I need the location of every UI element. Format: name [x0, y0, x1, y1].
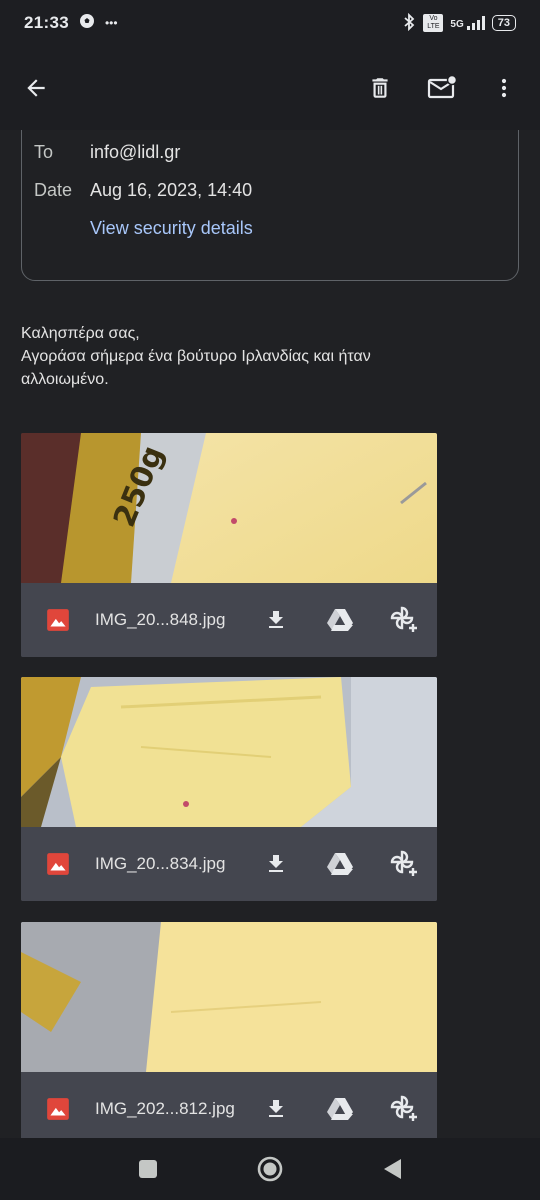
- download-button[interactable]: [253, 597, 299, 643]
- more-vert-icon: [501, 78, 507, 98]
- photos-add-icon: [390, 850, 417, 876]
- attachment-card[interactable]: IMG_20...834.jpg: [21, 677, 437, 901]
- attachment-thumbnail[interactable]: 250g: [21, 433, 437, 583]
- date-value: Aug 16, 2023, 14:40: [90, 180, 253, 200]
- status-time: 21:33: [24, 13, 69, 32]
- attachment-thumbnail[interactable]: [21, 677, 437, 827]
- recents-square-icon: [139, 1160, 157, 1178]
- download-icon: [269, 1100, 283, 1117]
- to-value: info@lidl.gr: [90, 142, 181, 162]
- battery-indicator: 73: [491, 15, 516, 31]
- add-to-photos-button[interactable]: [381, 1086, 427, 1132]
- attachment-bar: IMG_20...834.jpg: [21, 827, 437, 901]
- attachment-filename: IMG_20...848.jpg: [95, 610, 226, 629]
- attachment-bar: IMG_202...812.jpg: [21, 1072, 437, 1138]
- signal-icon: 5G: [450, 16, 485, 30]
- status-bar: 21:33 ••• Vo LTE 5G 73: [0, 0, 540, 46]
- body-greeting: Καλησπέρα σας,: [21, 325, 140, 342]
- arrow-back-icon: [27, 79, 45, 97]
- attachment-card[interactable]: IMG_202...812.jpg: [21, 922, 437, 1138]
- bluetooth-icon: [402, 12, 416, 34]
- save-to-drive-button[interactable]: [317, 597, 363, 643]
- image-file-icon: [47, 609, 69, 631]
- download-button[interactable]: [253, 1086, 299, 1132]
- delete-button[interactable]: [358, 66, 402, 110]
- photos-add-icon: [390, 606, 417, 632]
- google-drive-icon: [327, 1098, 353, 1120]
- download-button[interactable]: [253, 841, 299, 887]
- image-file-icon: [47, 1098, 69, 1120]
- volte-icon: Vo LTE: [423, 14, 444, 32]
- home-circle-icon: [257, 1156, 283, 1182]
- back-nav-button[interactable]: [372, 1149, 412, 1189]
- add-to-photos-button[interactable]: [381, 597, 427, 643]
- more-notifications-icon: •••: [104, 16, 118, 30]
- attachment-card[interactable]: 250g IMG_20...848.jpg: [21, 433, 437, 657]
- attachment-thumbnail[interactable]: [21, 922, 437, 1072]
- home-button[interactable]: [250, 1149, 290, 1189]
- recents-button[interactable]: [128, 1149, 168, 1189]
- to-label: To: [34, 142, 54, 162]
- body-line-2: αλλοιωμένο.: [21, 371, 109, 388]
- date-label: Date: [34, 180, 73, 200]
- attachment-bar: IMG_20...848.jpg: [21, 583, 437, 657]
- add-to-photos-button[interactable]: [381, 841, 427, 887]
- to-row: To info@lidl.gr: [34, 142, 180, 163]
- image-file-icon: [47, 853, 69, 875]
- more-options-button[interactable]: [482, 66, 526, 110]
- mark-unread-button[interactable]: [420, 66, 464, 110]
- download-icon: [269, 611, 283, 628]
- mail-unread-icon: [427, 75, 457, 99]
- message-details-card: To info@lidl.gr Date Aug 16, 2023, 14:40…: [21, 130, 519, 281]
- app-bar: [0, 46, 540, 130]
- download-icon: [269, 855, 283, 872]
- attachment-filename: IMG_20...834.jpg: [95, 854, 226, 873]
- google-drive-icon: [327, 609, 353, 631]
- back-triangle-icon: [384, 1159, 401, 1179]
- save-to-drive-button[interactable]: [317, 841, 363, 887]
- system-navigation-bar: [0, 1138, 540, 1200]
- view-security-details-link[interactable]: View security details: [90, 218, 253, 239]
- attachment-filename: IMG_202...812.jpg: [95, 1099, 235, 1118]
- message-body: Καλησπέρα σας, Αγοράσα σήμερα ένα βούτυρ…: [21, 322, 491, 391]
- google-drive-icon: [327, 853, 353, 875]
- date-row: Date Aug 16, 2023, 14:40: [34, 180, 252, 201]
- soccer-ball-icon: [79, 13, 95, 34]
- back-button[interactable]: [14, 66, 58, 110]
- email-content: To info@lidl.gr Date Aug 16, 2023, 14:40…: [0, 130, 540, 1138]
- trash-icon: [372, 78, 388, 98]
- save-to-drive-button[interactable]: [317, 1086, 363, 1132]
- body-line-1: Αγοράσα σήμερα ένα βούτυρο Ιρλανδίας και…: [21, 348, 371, 365]
- email-screen: 21:33 ••• Vo LTE 5G 73 To info@lidl.gr D…: [0, 0, 540, 1200]
- photos-add-icon: [390, 1095, 417, 1121]
